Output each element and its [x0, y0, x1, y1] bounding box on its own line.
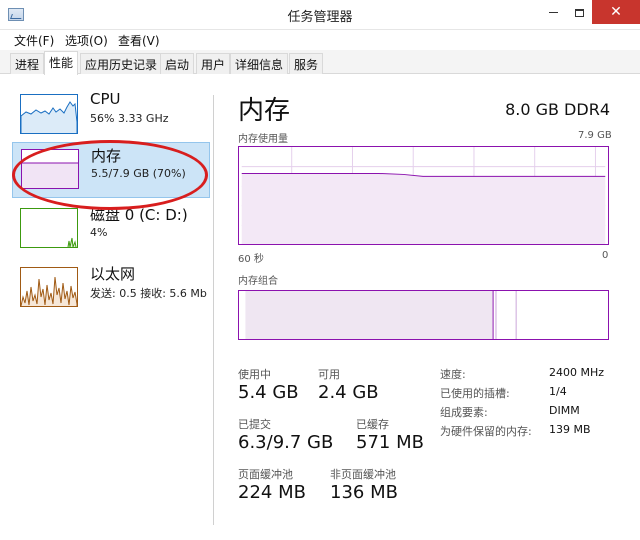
red-highlight-ellipse	[12, 140, 208, 210]
page-title: 内存	[238, 96, 291, 126]
tab-details[interactable]: 详细信息	[230, 53, 289, 74]
cached-label: 已缓存	[356, 418, 389, 431]
paged-pool-value: 224 MB	[238, 482, 306, 503]
cached-value: 571 MB	[356, 432, 424, 453]
menu-options[interactable]: 选项(O)	[65, 32, 108, 49]
tab-processes[interactable]: 进程	[10, 53, 45, 74]
tab-services[interactable]: 服务	[289, 53, 324, 74]
sidebar-label-cpu: CPU	[90, 90, 121, 108]
graph-time-left: 60 秒	[238, 254, 264, 265]
usage-graph-max: 7.9 GB	[578, 130, 612, 141]
speed-label: 速度:	[440, 368, 466, 381]
slots-used-value: 1/4	[549, 385, 567, 398]
form-factor-value: DIMM	[549, 404, 580, 417]
usage-graph-label: 内存使用量	[238, 134, 288, 145]
title-bar: 任务管理器 ✕	[0, 0, 640, 30]
tab-app-history[interactable]: 应用历史记录	[80, 53, 163, 74]
tab-bar: 进程 性能 应用历史记录 启动 用户 详细信息 服务	[0, 50, 640, 75]
menu-view[interactable]: 查看(V)	[118, 32, 160, 49]
in-use-value: 5.4 GB	[238, 382, 299, 403]
graph-time-right: 0	[602, 250, 609, 261]
available-value: 2.4 GB	[318, 382, 379, 403]
sidebar-item-disk[interactable]: 磁盘 0 (C: D:) 4%	[12, 202, 210, 258]
tab-performance[interactable]: 性能	[44, 51, 79, 75]
slots-used-label: 已使用的插槽:	[440, 387, 510, 400]
sidebar-sub-cpu: 56% 3.33 GHz	[90, 112, 169, 125]
maximize-button[interactable]	[566, 0, 592, 24]
sidebar-sub-ethernet: 发送: 0.5 接收: 5.6 Mb	[90, 287, 207, 300]
in-use-label: 使用中	[238, 368, 271, 381]
available-label: 可用	[318, 368, 340, 381]
committed-value: 6.3/9.7 GB	[238, 432, 334, 453]
panel-divider[interactable]	[213, 95, 214, 525]
form-factor-label: 组成要素:	[440, 406, 488, 419]
committed-label: 已提交	[238, 418, 271, 431]
speed-value: 2400 MHz	[549, 366, 605, 379]
maximize-icon	[574, 8, 584, 17]
sidebar-item-cpu[interactable]: CPU 56% 3.33 GHz	[12, 88, 210, 144]
menu-file[interactable]: 文件(F)	[14, 32, 54, 49]
tab-startup[interactable]: 启动	[160, 53, 195, 74]
memory-composition-bar	[238, 290, 609, 340]
menu-bar: 文件(F) 选项(O) 查看(V)	[0, 30, 640, 50]
sidebar-label-ethernet: 以太网	[90, 265, 136, 283]
nonpaged-pool-label: 非页面缓冲池	[330, 468, 396, 481]
hardware-reserved-value: 139 MB	[549, 423, 591, 436]
composition-label: 内存组合	[238, 276, 278, 287]
memory-spec: 8.0 GB DDR4	[505, 100, 610, 119]
disk-graph-thumbnail	[20, 208, 78, 248]
memory-usage-graph	[238, 146, 609, 245]
tab-users[interactable]: 用户	[196, 53, 231, 74]
nonpaged-pool-value: 136 MB	[330, 482, 398, 503]
minimize-icon	[548, 12, 558, 13]
hardware-reserved-label: 为硬件保留的内存:	[440, 425, 532, 438]
sidebar-sub-disk: 4%	[90, 226, 108, 239]
sidebar-item-ethernet[interactable]: 以太网 发送: 0.5 接收: 5.6 Mb	[12, 261, 210, 317]
minimize-button[interactable]	[540, 0, 566, 24]
close-button[interactable]: ✕	[592, 0, 640, 24]
ethernet-graph-thumbnail	[20, 267, 78, 307]
cpu-graph-thumbnail	[20, 94, 78, 134]
paged-pool-label: 页面缓冲池	[238, 468, 293, 481]
